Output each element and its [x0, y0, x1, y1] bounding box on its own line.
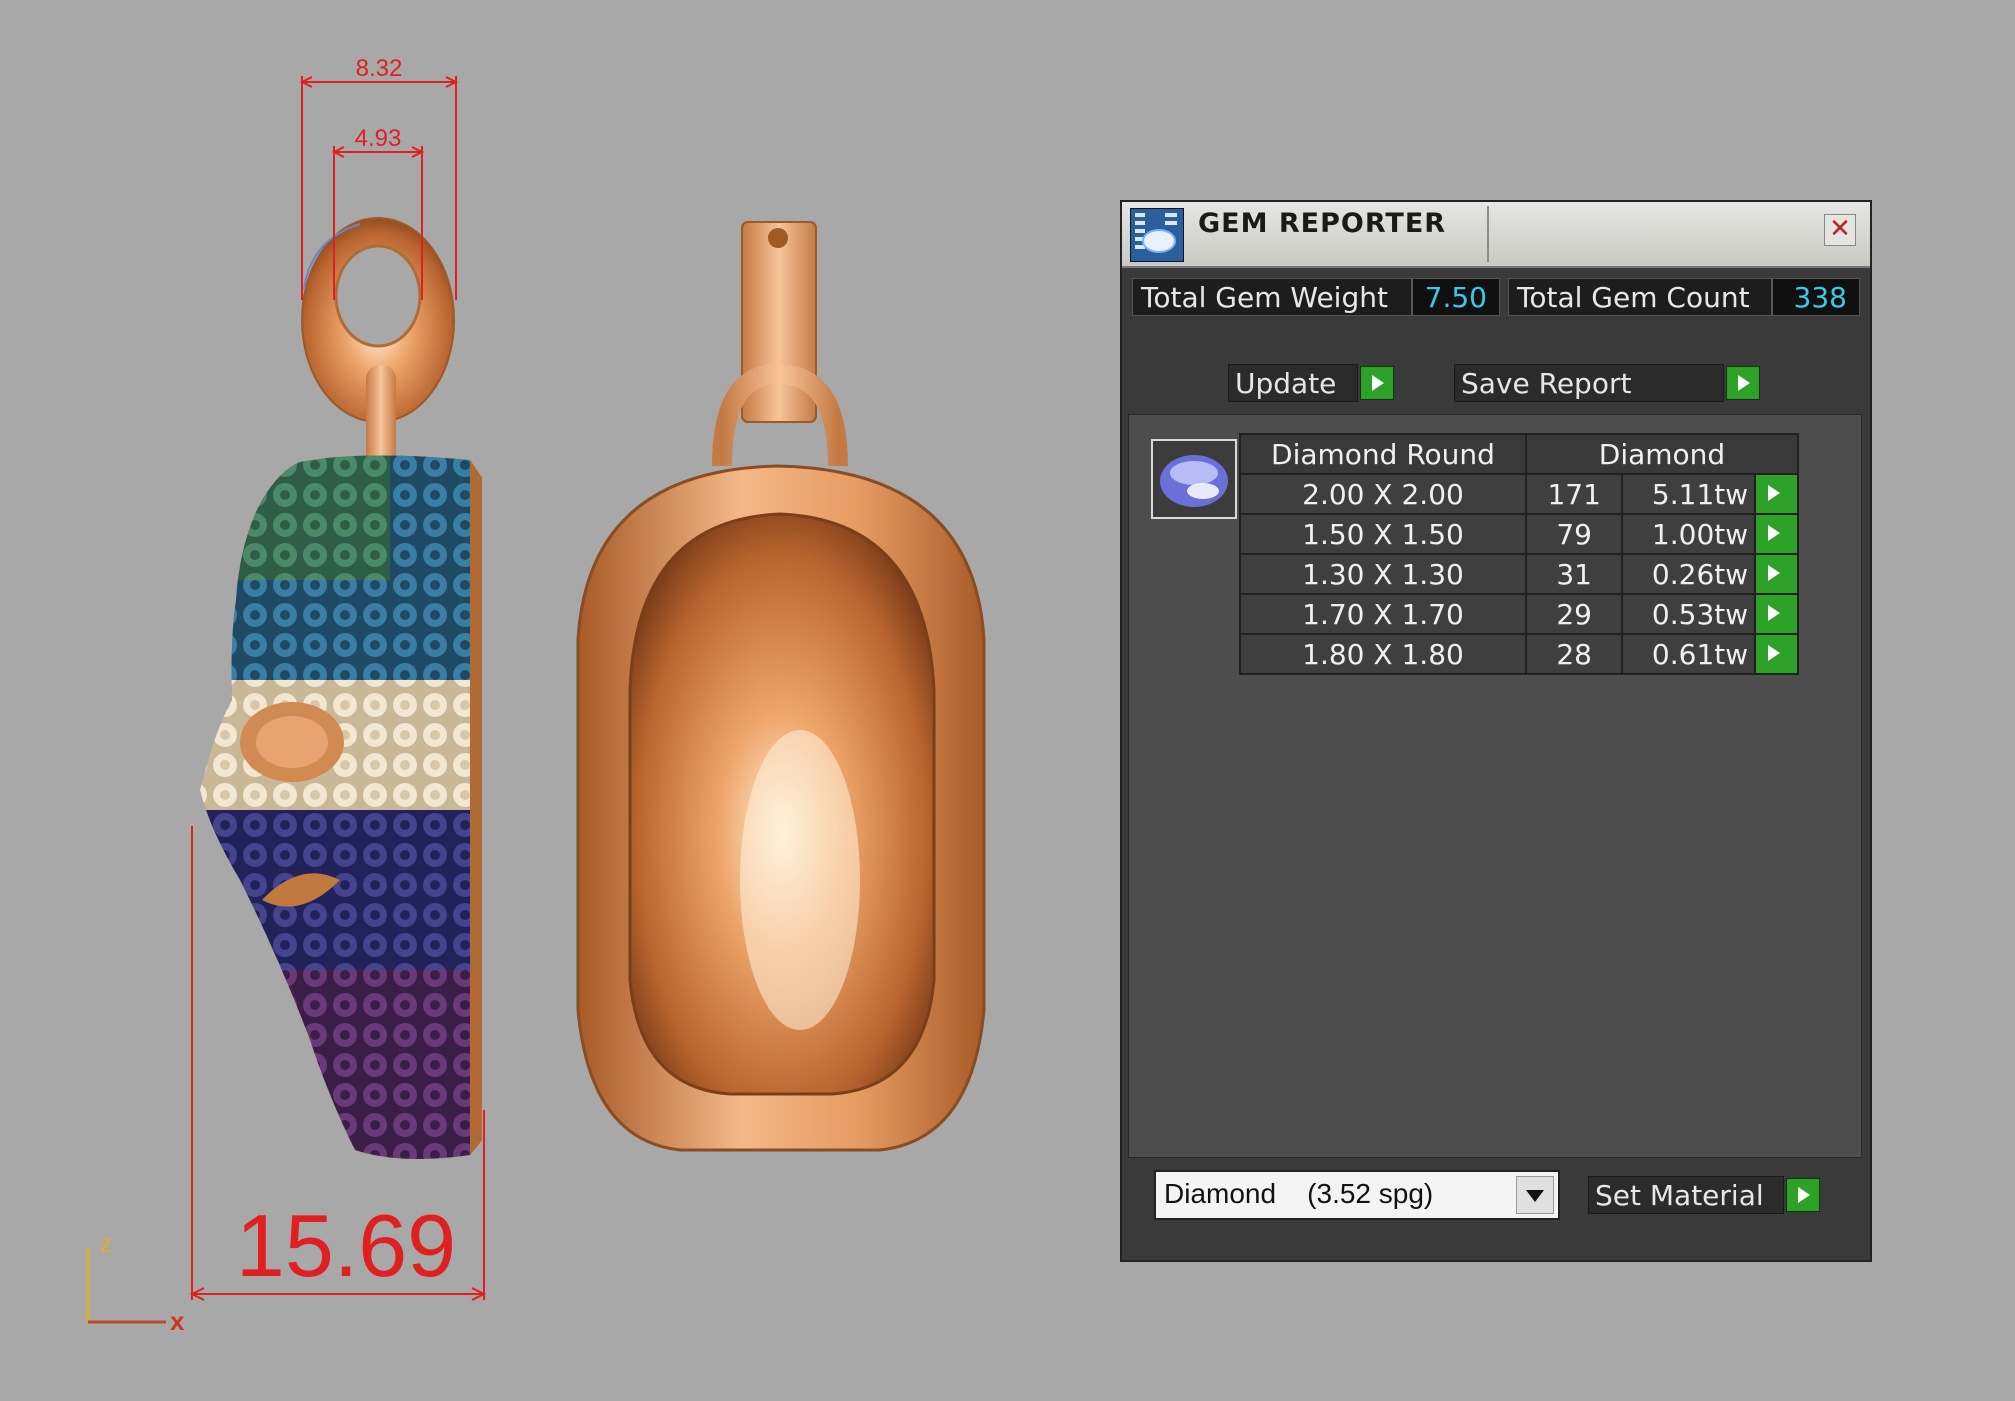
save-report-button[interactable]: Save Report	[1454, 364, 1724, 402]
dimension-height: 15.69	[236, 1196, 456, 1295]
table-row[interactable]: 1.50 X 1.50 79 1.00tw	[1239, 513, 1799, 555]
axis-x-label: x	[170, 1306, 185, 1336]
back-view-pendant	[576, 221, 986, 1152]
row-go-button[interactable]	[1754, 513, 1799, 555]
row-go-button[interactable]	[1754, 553, 1799, 595]
close-icon: ✕	[1829, 214, 1851, 244]
gem-reporter-panel: GEM REPORTER ✕ Total Gem Weight 7.50 Tot…	[1120, 200, 1872, 1262]
total-gem-count-value: 338	[1772, 278, 1860, 316]
material-select[interactable]: Diamond (3.52 spg)	[1154, 1170, 1560, 1220]
gem-count-cell: 171	[1524, 473, 1624, 515]
gem-weight-cell: 0.53tw	[1621, 593, 1757, 635]
row-go-button[interactable]	[1754, 593, 1799, 635]
gem-count-cell: 79	[1524, 513, 1624, 555]
gem-reporter-titlebar[interactable]: GEM REPORTER ✕	[1122, 202, 1870, 268]
total-gem-weight-label: Total Gem Weight	[1132, 278, 1412, 316]
gem-weight-cell: 0.26tw	[1621, 553, 1757, 595]
gem-size-cell: 2.00 X 2.00	[1239, 473, 1527, 515]
row-go-button[interactable]	[1754, 473, 1799, 515]
gem-count-cell: 29	[1524, 593, 1624, 635]
gem-list-area[interactable]: Diamond Round Diamond 2.00 X 2.00 171 5.…	[1128, 414, 1862, 1158]
gem-weight-cell: 1.00tw	[1621, 513, 1757, 555]
dimension-total-width: 8.32	[356, 55, 403, 82]
dimension-inner-width: 4.93	[355, 125, 402, 152]
table-row[interactable]: 2.00 X 2.00 171 5.11tw	[1239, 473, 1799, 515]
gem-size-cell: 1.70 X 1.70	[1239, 593, 1527, 635]
header-material: Diamond	[1525, 433, 1799, 475]
total-gem-count-label: Total Gem Count	[1508, 278, 1772, 316]
row-go-button[interactable]	[1754, 633, 1799, 675]
gem-reporter-app-icon	[1130, 208, 1184, 262]
gem-table-header-row: Diamond Round Diamond	[1239, 433, 1799, 475]
update-go-button[interactable]	[1360, 366, 1394, 400]
axis-indicator	[86, 1248, 166, 1324]
table-row[interactable]: 1.80 X 1.80 28 0.61tw	[1239, 633, 1799, 675]
save-report-go-button[interactable]	[1726, 366, 1760, 400]
header-shape: Diamond Round	[1239, 433, 1527, 475]
close-button[interactable]: ✕	[1824, 214, 1856, 246]
material-select-value: Diamond (3.52 spg)	[1164, 1178, 1434, 1209]
gem-size-cell: 1.30 X 1.30	[1239, 553, 1527, 595]
gem-count-cell: 28	[1524, 633, 1624, 675]
gem-size-cell: 1.50 X 1.50	[1239, 513, 1527, 555]
axis-z-label: z	[100, 1231, 112, 1258]
chevron-down-icon[interactable]	[1516, 1176, 1554, 1214]
gem-weight-cell: 5.11tw	[1621, 473, 1757, 515]
diamond-round-thumbnail[interactable]	[1151, 439, 1237, 519]
gem-weight-cell: 0.61tw	[1621, 633, 1757, 675]
titlebar-separator	[1487, 206, 1489, 262]
set-material-button[interactable]: Set Material	[1588, 1176, 1784, 1214]
gem-count-cell: 31	[1524, 553, 1624, 595]
table-row[interactable]: 1.30 X 1.30 31 0.26tw	[1239, 553, 1799, 595]
gem-table: Diamond Round Diamond 2.00 X 2.00 171 5.…	[1239, 433, 1799, 675]
table-row[interactable]: 1.70 X 1.70 29 0.53tw	[1239, 593, 1799, 635]
gem-size-cell: 1.80 X 1.80	[1239, 633, 1527, 675]
side-view-pendant	[200, 217, 482, 1159]
update-button[interactable]: Update	[1228, 364, 1358, 402]
total-gem-weight-value: 7.50	[1412, 278, 1500, 316]
set-material-go-button[interactable]	[1786, 1178, 1820, 1212]
gem-reporter-title: GEM REPORTER	[1198, 208, 1447, 239]
